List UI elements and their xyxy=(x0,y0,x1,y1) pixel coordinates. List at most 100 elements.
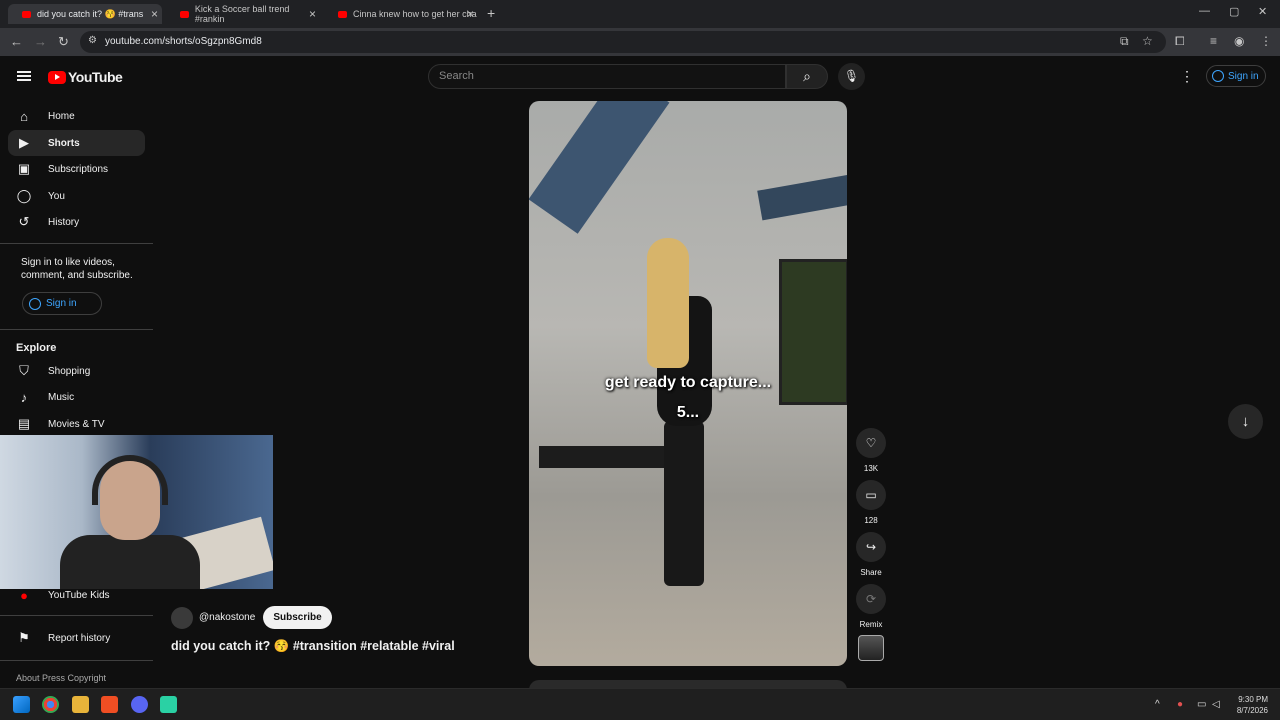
comment-count: 128 xyxy=(864,516,878,525)
sidebar-divider xyxy=(0,329,153,330)
browser-tab-bar: did you catch it? 😚 #trans × Kick a Socc… xyxy=(0,0,1280,28)
sidebar-item-label: Report history xyxy=(48,632,111,644)
sidebar-item-home[interactable]: ⌂ Home xyxy=(8,103,145,129)
sidebar-item-label: Movies & TV xyxy=(48,418,105,430)
comment-icon: ▭ xyxy=(865,488,877,502)
system-clock[interactable]: 9:30 PM 8/7/2026 xyxy=(1228,694,1268,716)
volume-icon[interactable]: ◁ xyxy=(1212,699,1220,710)
account-icon xyxy=(1212,70,1224,82)
close-tab-icon[interactable]: × xyxy=(309,7,316,21)
network-icon[interactable]: ▭ xyxy=(1197,699,1206,710)
short-video-player[interactable]: get ready to capture... 5... xyxy=(529,101,847,666)
brave-icon[interactable] xyxy=(101,696,118,713)
remix-button[interactable]: ⟳ xyxy=(856,584,886,614)
youtube-logo[interactable]: YouTube xyxy=(48,69,123,85)
sidebar-item-music[interactable]: ♪ Music xyxy=(8,384,145,410)
profile-icon[interactable]: ◉ xyxy=(1234,34,1244,48)
discord-icon[interactable] xyxy=(131,696,148,713)
search-button[interactable]: ⌕ xyxy=(786,64,828,89)
reload-icon[interactable]: ↻ xyxy=(58,34,69,50)
search-input[interactable] xyxy=(439,70,769,82)
bookmark-star-icon[interactable]: ☆ xyxy=(1142,34,1153,48)
signin-label: Sign in xyxy=(46,298,77,309)
tray-chevron-icon[interactable]: ^ xyxy=(1155,699,1160,710)
share-button[interactable]: ↪ xyxy=(856,532,886,562)
back-icon[interactable]: ← xyxy=(10,34,23,49)
sidebar-signin-button[interactable]: Sign in xyxy=(22,292,102,315)
remix-label: Remix xyxy=(859,620,883,629)
remix-icon: ⟳ xyxy=(865,592,877,606)
hamburger-menu-icon[interactable] xyxy=(17,71,31,81)
video-caption: get ready to capture... xyxy=(604,374,772,391)
channel-row: @nakostone Subscribe xyxy=(171,606,332,629)
install-app-icon[interactable]: ⧉ xyxy=(1120,34,1129,49)
forward-icon[interactable]: → xyxy=(34,34,47,49)
file-explorer-icon[interactable] xyxy=(72,696,89,713)
browser-tab[interactable]: Cinna knew how to get her cha × xyxy=(324,4,478,24)
sidebar-item-label: Home xyxy=(48,110,75,122)
channel-handle[interactable]: @nakostone xyxy=(199,612,255,623)
sidebar-item-subscriptions[interactable]: ▣ Subscriptions xyxy=(8,156,145,182)
voice-search-button[interactable]: 🎙 xyxy=(838,63,865,90)
sidebar-item-shopping[interactable]: ⛉ Shopping xyxy=(8,358,145,384)
subscriptions-icon: ▣ xyxy=(17,161,31,176)
windows-start-icon[interactable] xyxy=(13,696,30,713)
address-bar: ← → ↻ ⚙ youtube.com/shorts/oSgzpn8Gmd8 ⧉… xyxy=(0,28,1280,56)
search-box xyxy=(428,64,786,89)
sidebar-item-report-history[interactable]: ⚑ Report history xyxy=(8,625,145,651)
browser-tab[interactable]: did you catch it? 😚 #trans × xyxy=(8,4,162,24)
url-field[interactable]: ⚙ youtube.com/shorts/oSgzpn8Gmd8 xyxy=(80,31,1166,53)
site-info-icon[interactable]: ⚙ xyxy=(88,35,97,46)
tab-title: did you catch it? 😚 #trans xyxy=(37,8,144,19)
minimize-icon[interactable]: — xyxy=(1199,5,1210,17)
like-button[interactable]: ♡ xyxy=(856,428,886,458)
clock-date: 8/7/2026 xyxy=(1236,706,1268,715)
close-window-icon[interactable]: ✕ xyxy=(1258,5,1267,18)
media-controls-icon[interactable]: ≡ xyxy=(1210,34,1217,48)
next-short-button[interactable]: ↓ xyxy=(1228,404,1263,439)
signin-prompt-line: Sign in to like videos, xyxy=(21,257,115,268)
sidebar-item-you[interactable]: ◯ You xyxy=(8,183,145,209)
person-legs xyxy=(664,421,704,586)
remix-action: ⟳ Remix xyxy=(856,584,886,629)
audio-thumbnail[interactable] xyxy=(858,635,884,661)
sidebar-item-movies[interactable]: ▤ Movies & TV xyxy=(8,411,145,437)
settings-kebab-icon[interactable]: ⋮ xyxy=(1180,68,1194,85)
search-icon: ⌕ xyxy=(803,68,811,84)
microphone-tray-icon[interactable]: ● xyxy=(1177,699,1183,710)
restore-icon[interactable]: ▢ xyxy=(1229,5,1239,18)
microphone-icon: 🎙 xyxy=(843,69,860,83)
music-icon: ♪ xyxy=(20,389,28,405)
subscribe-button[interactable]: Subscribe xyxy=(263,606,332,629)
app-icon[interactable] xyxy=(160,696,177,713)
youtube-favicon-icon xyxy=(22,10,31,18)
browser-menu-icon[interactable]: ⋮ xyxy=(1260,34,1272,48)
sidebar-item-label: Subscriptions xyxy=(48,163,109,175)
sidebar-item-shorts[interactable]: ▶ Shorts xyxy=(8,130,145,156)
signin-prompt: Sign in to like videos, comment, and sub… xyxy=(21,256,133,282)
comments-button[interactable]: ▭ xyxy=(856,480,886,510)
ceiling-beam xyxy=(529,101,670,234)
like-action: ♡ 13K xyxy=(856,428,886,473)
short-title: did you catch it? 😚 #transition #relatab… xyxy=(171,639,455,653)
close-tab-icon[interactable]: × xyxy=(151,7,158,21)
sidebar-footer-links[interactable]: About Press Copyright xyxy=(16,673,106,683)
comments-action: ▭ 128 xyxy=(856,480,886,525)
logo-wordmark: YouTube xyxy=(68,69,123,85)
sidebar-divider xyxy=(0,615,153,616)
signin-label: Sign in xyxy=(1228,70,1259,82)
new-tab-icon[interactable]: + xyxy=(487,5,495,21)
chrome-icon[interactable] xyxy=(42,696,59,713)
sidebar-item-label: Shorts xyxy=(48,137,80,149)
sidebar-item-history[interactable]: ↺ History xyxy=(8,209,145,235)
channel-avatar[interactable] xyxy=(171,606,193,629)
extensions-icon[interactable]: ⧠ xyxy=(1175,34,1185,49)
header-signin-button[interactable]: Sign in xyxy=(1206,65,1266,87)
flag-icon: ⚑ xyxy=(18,630,30,645)
user-icon: ◯ xyxy=(16,188,32,203)
person-body xyxy=(60,535,200,589)
close-tab-icon[interactable]: × xyxy=(467,7,474,21)
audio-source-action xyxy=(856,635,886,661)
browser-tab[interactable]: Kick a Soccer ball trend #rankin × xyxy=(166,4,320,24)
url-text: youtube.com/shorts/oSgzpn8Gmd8 xyxy=(105,36,262,47)
